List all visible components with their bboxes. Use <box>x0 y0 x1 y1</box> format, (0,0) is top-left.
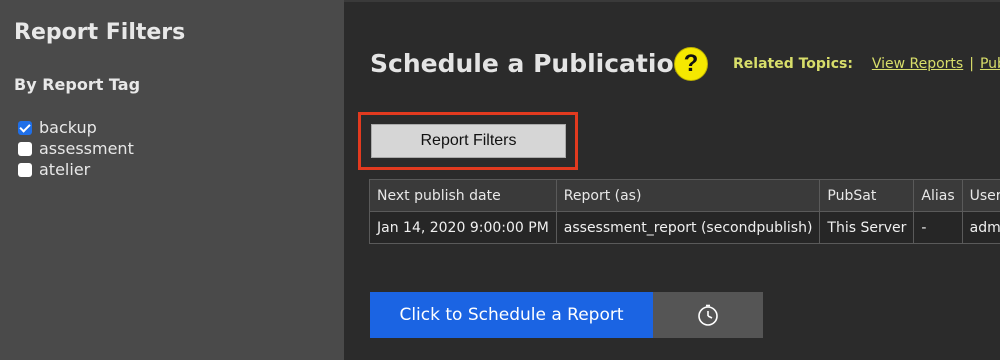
col-report[interactable]: Report (as) <box>555 179 821 212</box>
col-alias[interactable]: Alias <box>913 179 963 212</box>
checkbox-backup[interactable] <box>18 120 32 135</box>
cell-report: assessment_report (secondpublish) <box>555 211 821 244</box>
link-pub[interactable]: Pub <box>980 56 1000 72</box>
tag-filter-list: backup assessment atelier <box>18 117 134 180</box>
report-filters-button[interactable]: Report Filters <box>371 124 566 158</box>
main-panel: Schedule a Publication ? Related Topics:… <box>344 0 1000 360</box>
col-pubsat[interactable]: PubSat <box>819 179 915 212</box>
cell-alias: - <box>913 211 963 244</box>
checkbox-assessment[interactable] <box>18 141 32 156</box>
sidebar: Report Filters By Report Tag backup asse… <box>0 0 344 360</box>
tag-label: atelier <box>39 160 91 179</box>
clock-icon <box>698 304 718 326</box>
table-row[interactable]: Jan 14, 2020 9:00:00 PM assessment_repor… <box>369 211 1000 244</box>
col-user[interactable]: User <box>961 179 1000 212</box>
tag-label: assessment <box>39 139 134 158</box>
page-title: Schedule a Publication <box>370 49 692 78</box>
checkbox-atelier[interactable] <box>18 162 32 177</box>
related-topics-label: Related Topics: <box>733 56 853 72</box>
sidebar-subtitle: By Report Tag <box>14 75 141 94</box>
tag-filter-atelier[interactable]: atelier <box>18 159 134 180</box>
link-view-reports[interactable]: View Reports <box>872 56 963 72</box>
question-mark-icon[interactable]: ? <box>674 47 708 81</box>
cell-pubsat: This Server <box>819 211 915 244</box>
table-header-row: Next publish date Report (as) PubSat Ali… <box>369 179 1000 212</box>
tag-label: backup <box>39 118 97 137</box>
sidebar-title: Report Filters <box>14 20 186 45</box>
related-topics: Related Topics: View Reports | Pub <box>733 56 1000 72</box>
schedule-report-button[interactable]: Click to Schedule a Report <box>370 292 653 338</box>
tag-filter-backup[interactable]: backup <box>18 117 134 138</box>
schedule-time-button[interactable] <box>653 292 763 338</box>
link-separator: | <box>969 56 974 72</box>
cell-publish-date: Jan 14, 2020 9:00:00 PM <box>369 211 557 244</box>
publication-table: Next publish date Report (as) PubSat Ali… <box>369 179 1000 244</box>
cell-user: admin <box>961 211 1000 244</box>
col-next-publish-date[interactable]: Next publish date <box>369 179 557 212</box>
tag-filter-assessment[interactable]: assessment <box>18 138 134 159</box>
